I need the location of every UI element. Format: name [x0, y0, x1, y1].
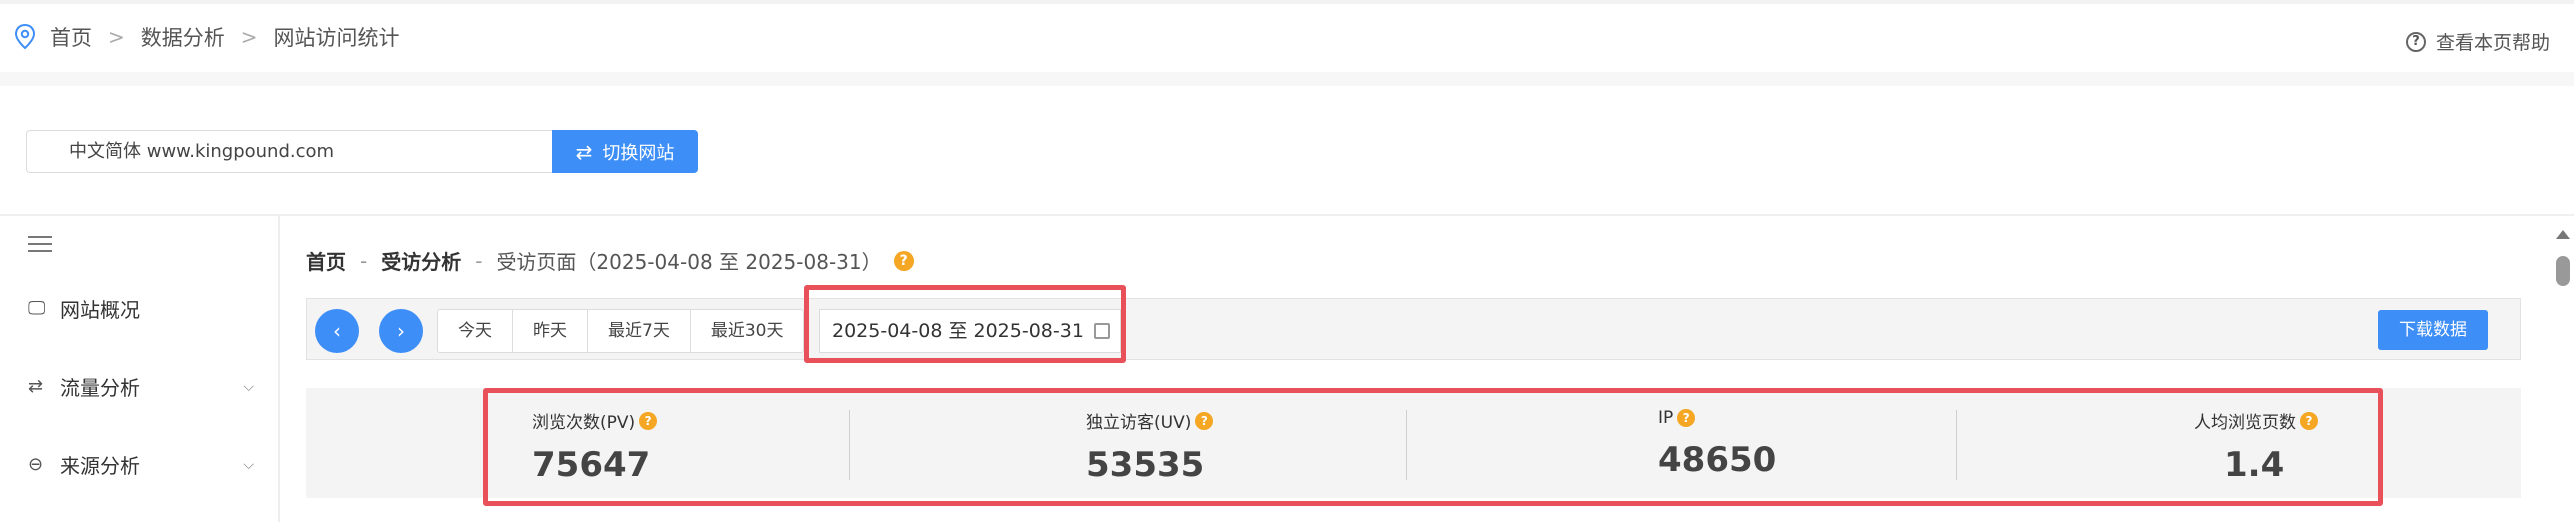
highlight-box: [483, 388, 2383, 506]
menu-icon[interactable]: [28, 236, 52, 256]
sidebar-item-label: 来源分析: [60, 454, 140, 478]
help-link[interactable]: ? 查看本页帮助: [2405, 28, 2550, 55]
question-circle-icon: ?: [2405, 31, 2426, 52]
breadcrumb-site-stats: 网站访问统计: [273, 26, 400, 50]
download-button[interactable]: 下载数据: [2378, 310, 2488, 350]
title-home[interactable]: 首页: [306, 246, 346, 275]
chevron-left-icon: ‹: [333, 319, 341, 343]
chevron-down-icon: ⌵: [243, 456, 254, 473]
range-last-30-days[interactable]: 最近30天: [691, 310, 804, 352]
breadcrumb-data-analysis[interactable]: 数据分析: [141, 22, 225, 52]
next-period-button[interactable]: ›: [379, 309, 423, 353]
range-segment: 今天 昨天 最近7天 最近30天: [437, 309, 805, 353]
sidebar-item-label: 网站概况: [60, 298, 140, 322]
swap-icon: ⇄: [28, 376, 44, 397]
highlight-box: [804, 285, 1126, 363]
sidebar: 🖵 网站概况 ⇄ 流量分析 ⌵ ⊖ 来源分析 ⌵: [0, 216, 280, 522]
location-pin-icon: [14, 24, 36, 50]
divider: [0, 214, 2574, 216]
range-yesterday[interactable]: 昨天: [513, 310, 588, 352]
scroll-up-arrow[interactable]: [2556, 230, 2570, 239]
breadcrumb: 首页 > 数据分析 > 网站访问统计: [14, 22, 400, 52]
chevron-down-icon: ⌵: [243, 378, 254, 395]
swap-icon: ⇄: [575, 139, 593, 164]
scrollbar-thumb[interactable]: [2556, 256, 2570, 286]
switch-site-label: 切换网站: [602, 142, 675, 164]
switch-site-button[interactable]: ⇄ 切换网站: [552, 130, 698, 173]
page-title: 首页 - 受访分析 - 受访页面（2025-04-08 至 2025-08-31…: [306, 246, 914, 275]
header-band: [0, 72, 2574, 86]
site-selector-input[interactable]: 中文简体 www.kingpound.com: [26, 130, 553, 173]
sidebar-item-overview[interactable]: 🖵 网站概况: [28, 294, 254, 323]
chevron-right-icon: ›: [397, 319, 405, 343]
sidebar-item-traffic[interactable]: ⇄ 流量分析 ⌵: [28, 372, 254, 401]
chevron-right-icon: >: [108, 25, 125, 49]
source-icon: ⊖: [28, 454, 44, 475]
date-toolbar: ‹ › 今天 昨天 最近7天 最近30天 2025-04-08 至 2025-0…: [306, 298, 2521, 360]
top-bar: 首页 > 数据分析 > 网站访问统计 ? 查看本页帮助: [0, 0, 2574, 72]
monitor-icon: 🖵: [28, 298, 46, 319]
help-label: 查看本页帮助: [2435, 32, 2550, 54]
title-section[interactable]: 受访分析: [381, 246, 461, 275]
title-page: 受访页面（2025-04-08 至 2025-08-31）: [496, 250, 882, 274]
prev-period-button[interactable]: ‹: [315, 309, 359, 353]
breadcrumb-home[interactable]: 首页: [50, 22, 92, 52]
range-last-7-days[interactable]: 最近7天: [588, 310, 691, 352]
sidebar-item-label: 流量分析: [60, 376, 140, 400]
range-today[interactable]: 今天: [438, 310, 513, 352]
help-icon[interactable]: ?: [893, 250, 914, 271]
chevron-right-icon: >: [240, 25, 258, 49]
sidebar-item-source[interactable]: ⊖ 来源分析 ⌵: [28, 450, 254, 479]
